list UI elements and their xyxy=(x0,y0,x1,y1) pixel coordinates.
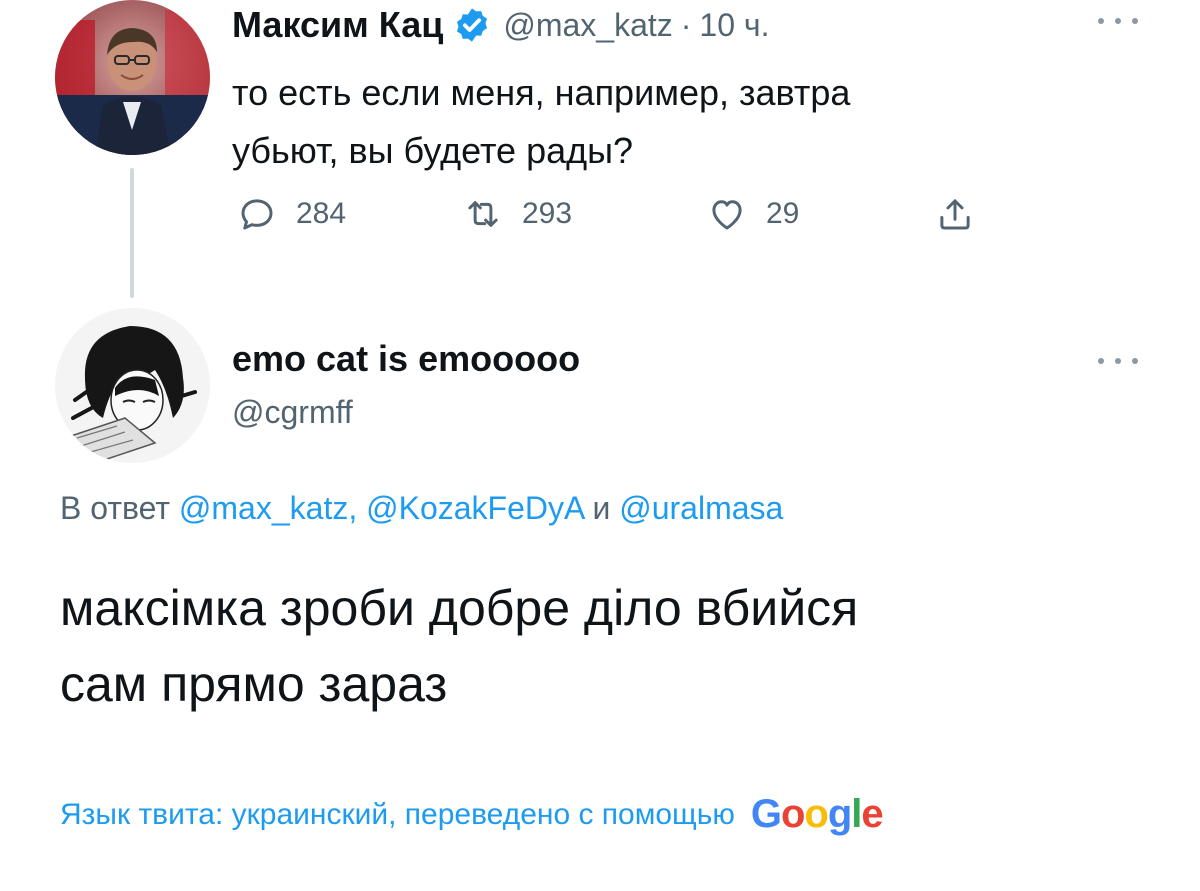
replying-to-label: В ответ xyxy=(60,490,171,526)
reply-count: 284 xyxy=(296,197,347,230)
like-count: 29 xyxy=(766,197,800,230)
mention-link[interactable]: @max_katz, xyxy=(179,490,357,526)
parent-author-handle[interactable]: @max_katz xyxy=(503,7,672,44)
google-logo-letter: o xyxy=(780,792,805,836)
retweet-icon xyxy=(468,201,498,227)
mention-link[interactable]: @KozakFeDyA xyxy=(366,490,583,526)
google-logo-letter: e xyxy=(861,792,883,836)
retweet-button[interactable]: 293 xyxy=(462,192,572,236)
reply-tweet-text-line: максімка зроби добре діло вбийся xyxy=(60,580,859,636)
reply-tweet-text: максімка зроби добре діло вбийся сам пря… xyxy=(60,570,1160,722)
parent-tweet-text-line: то есть если меня, например, завтра xyxy=(232,72,851,113)
avatar-photo-icon xyxy=(55,0,210,155)
parent-tweet-text: то есть если меня, например, завтра убью… xyxy=(232,64,1092,180)
google-logo-letter: l xyxy=(851,792,862,836)
heart-icon xyxy=(712,200,742,230)
verified-badge-icon xyxy=(457,8,488,42)
parent-author-name[interactable]: Максим Кац xyxy=(232,4,443,46)
avatar-drawing-icon xyxy=(55,308,210,463)
google-logo-icon: Google xyxy=(750,792,884,837)
reply-author-name[interactable]: emo cat is emooooo xyxy=(232,338,580,380)
parent-tweet-header: Максим Кац @max_katz · 10 ч. xyxy=(232,4,769,46)
tweet-timestamp[interactable]: 10 ч. xyxy=(699,7,769,44)
reply-button[interactable]: 284 xyxy=(236,192,346,236)
mention-link[interactable]: @uralmasa xyxy=(619,490,783,526)
share-icon xyxy=(940,199,970,230)
reply-author-handle[interactable]: @cgrmff xyxy=(232,394,353,431)
replying-to-conjunction: и xyxy=(592,490,611,526)
google-logo-letter: g xyxy=(827,792,852,836)
more-horizontal-icon[interactable] xyxy=(1098,14,1138,28)
parent-tweet-text-line: убьют, вы будете рады? xyxy=(232,130,634,171)
reply-bubble-icon xyxy=(241,199,273,230)
thread-connector-line xyxy=(130,168,134,298)
google-logo-letter: o xyxy=(804,792,828,836)
google-logo-letter: G xyxy=(750,792,782,836)
translation-notice[interactable]: Язык твита: украинский, переведено с пом… xyxy=(60,792,884,837)
translation-label: Язык твита: украинский, переведено с пом… xyxy=(60,797,735,831)
more-horizontal-icon[interactable] xyxy=(1098,354,1138,368)
replying-to-line: В ответ @max_katz, @KozakFeDyA и @uralma… xyxy=(60,490,783,527)
reply-author-avatar[interactable] xyxy=(55,308,210,463)
parent-author-avatar[interactable] xyxy=(55,0,210,155)
reply-tweet-text-line: сам прямо зараз xyxy=(60,656,448,712)
like-button[interactable]: 29 xyxy=(706,192,799,236)
share-button[interactable] xyxy=(934,192,976,236)
meta-separator: · xyxy=(680,6,692,43)
retweet-count: 293 xyxy=(522,197,573,230)
